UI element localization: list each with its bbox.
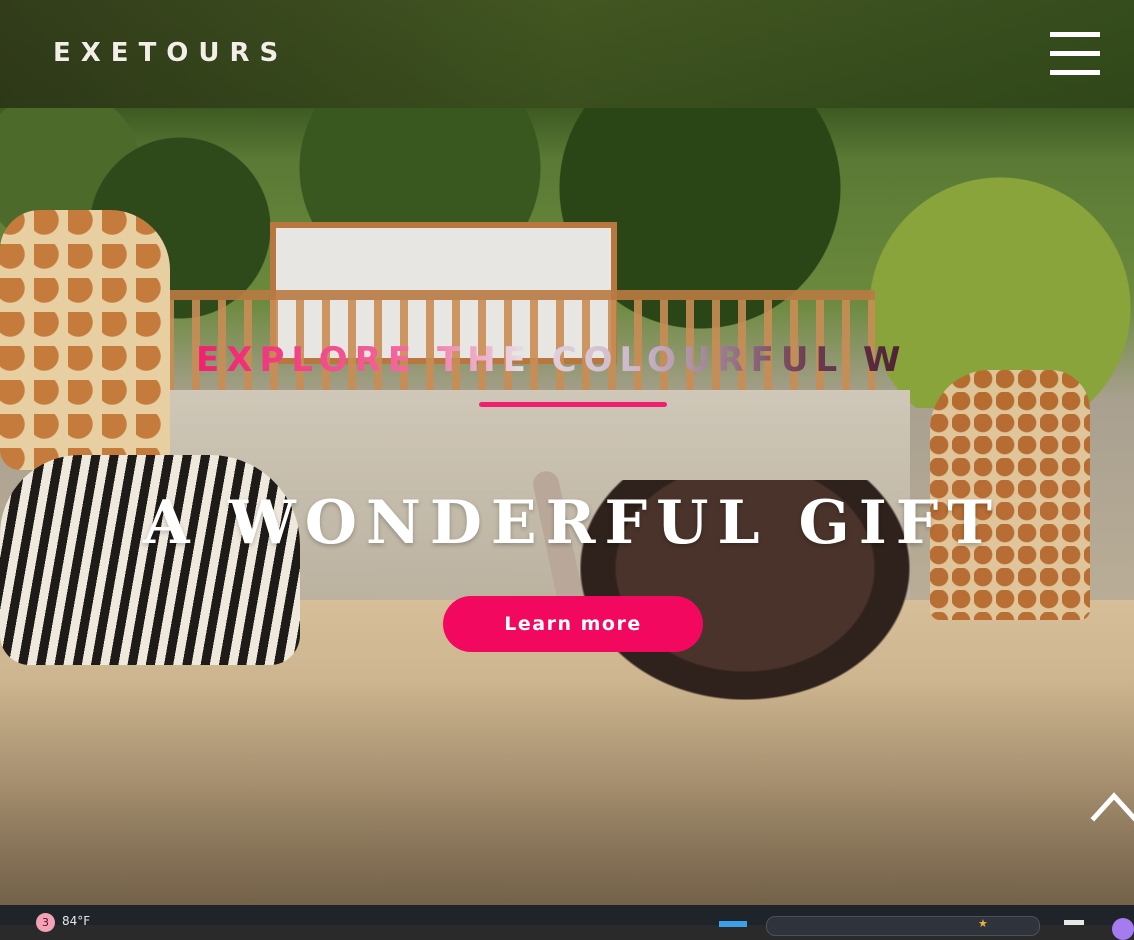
weather-temperature[interactable]: 84°F — [62, 914, 90, 928]
app-icon[interactable] — [1112, 918, 1134, 940]
hero-headline: A WONDERFUL GIFT — [142, 488, 1002, 558]
taskbar-search-box[interactable] — [766, 916, 1040, 936]
menu-bar — [1050, 51, 1100, 56]
weather-badge[interactable]: 3 — [36, 913, 55, 932]
taskview-icon[interactable] — [1064, 920, 1084, 925]
site-logo[interactable]: EXETOURS — [53, 38, 288, 68]
ground-shadow — [0, 680, 1134, 905]
windows-start-icon[interactable] — [719, 921, 747, 927]
hero-tagline: EXPLORE THE COLOURFUL W — [196, 340, 916, 380]
hero-background-image — [0, 0, 1134, 905]
zebra — [0, 455, 300, 665]
giraffe-left — [0, 210, 170, 470]
tagline-underline — [479, 402, 667, 407]
menu-bar — [1050, 32, 1100, 37]
hamburger-menu-icon[interactable] — [1050, 32, 1100, 76]
menu-bar — [1050, 70, 1100, 75]
search-highlight-icon: ★ — [978, 917, 988, 930]
learn-more-button[interactable]: Learn more — [443, 596, 703, 652]
chevron-up-icon[interactable] — [1090, 788, 1134, 824]
